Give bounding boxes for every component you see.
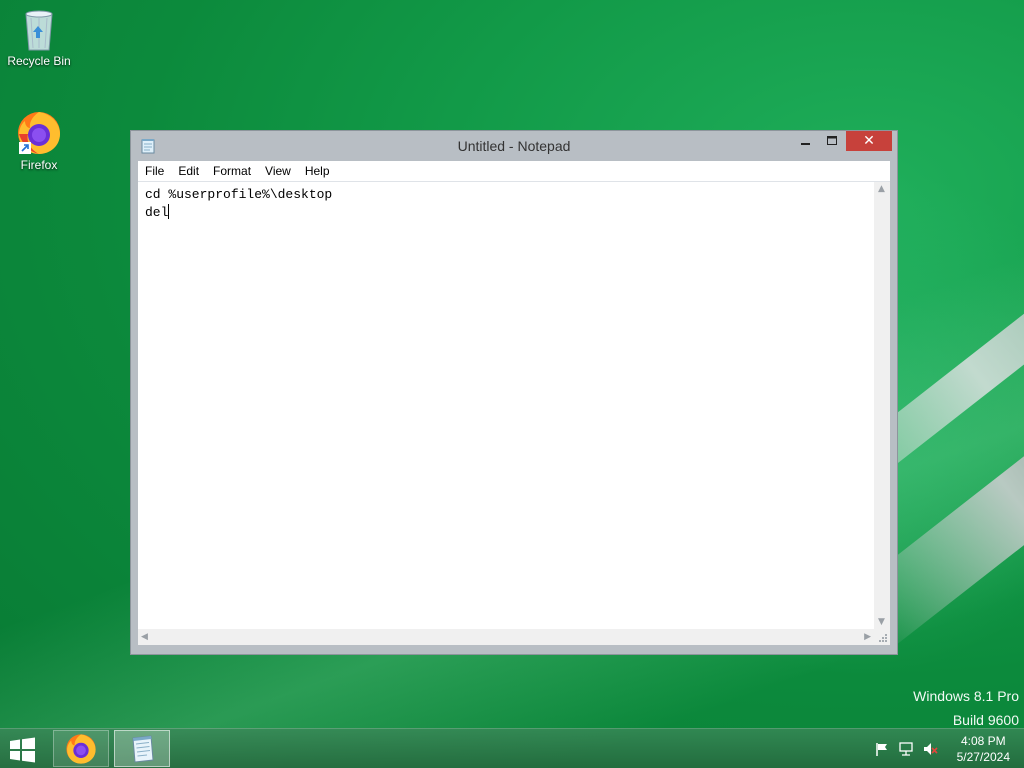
menu-help[interactable]: Help bbox=[298, 164, 337, 178]
action-center-flag-icon[interactable] bbox=[874, 741, 890, 757]
recycle-bin-icon bbox=[19, 6, 59, 52]
firefox-icon bbox=[66, 734, 96, 764]
horizontal-scrollbar[interactable]: ◀ ▶ bbox=[138, 629, 874, 645]
desktop-icon-firefox[interactable]: Firefox bbox=[1, 110, 77, 172]
close-icon: ✕ bbox=[863, 133, 875, 149]
menu-bar: File Edit Format View Help bbox=[138, 161, 890, 182]
volume-muted-icon[interactable] bbox=[922, 741, 938, 757]
system-clock[interactable]: 4:08 PM 5/27/2024 bbox=[957, 733, 1010, 765]
text-line-2: del bbox=[145, 205, 169, 220]
window-title: Untitled - Notepad bbox=[457, 138, 571, 154]
scroll-right-icon[interactable]: ▶ bbox=[864, 632, 871, 642]
taskbar: 4:08 PM 5/27/2024 bbox=[0, 728, 1024, 768]
desktop-background[interactable]: Recycle Bin Firefox Untitled - Notepad ✕… bbox=[0, 0, 1024, 768]
desktop-icon-label: Recycle Bin bbox=[7, 54, 71, 68]
text-line-1: cd %userprofile%\desktop bbox=[145, 187, 333, 202]
notepad-icon bbox=[132, 735, 154, 763]
maximize-icon bbox=[826, 136, 837, 145]
windows-watermark: Windows 8.1 Pro Build 9600 bbox=[913, 684, 1019, 732]
maximize-button[interactable] bbox=[819, 131, 845, 151]
menu-format[interactable]: Format bbox=[206, 164, 258, 178]
windows-logo-icon bbox=[10, 737, 35, 763]
clock-date: 5/27/2024 bbox=[956, 750, 1010, 764]
notepad-window[interactable]: Untitled - Notepad ✕ File Edit Format Vi… bbox=[130, 130, 898, 655]
minimize-icon bbox=[801, 143, 810, 145]
scroll-down-icon[interactable]: ▼ bbox=[878, 617, 885, 627]
shortcut-arrow-icon bbox=[19, 142, 31, 154]
text-editor-area[interactable]: cd %userprofile%\desktop del bbox=[138, 182, 874, 629]
menu-view[interactable]: View bbox=[258, 164, 298, 178]
menu-edit[interactable]: Edit bbox=[171, 164, 206, 178]
desktop-icon-label: Firefox bbox=[20, 158, 58, 172]
desktop-icon-recycle-bin[interactable]: Recycle Bin bbox=[1, 6, 77, 68]
clock-time: 4:08 PM bbox=[960, 734, 1006, 748]
firefox-icon bbox=[18, 110, 60, 156]
taskbar-notepad-button[interactable] bbox=[114, 730, 170, 767]
title-bar[interactable]: Untitled - Notepad ✕ bbox=[131, 131, 897, 161]
close-button[interactable]: ✕ bbox=[846, 131, 892, 151]
vertical-scrollbar[interactable]: ▲ ▼ bbox=[874, 182, 890, 629]
network-icon[interactable] bbox=[898, 741, 914, 757]
scroll-left-icon[interactable]: ◀ bbox=[141, 632, 148, 642]
scroll-up-icon[interactable]: ▲ bbox=[878, 184, 885, 194]
resize-grip-icon[interactable] bbox=[874, 629, 890, 645]
watermark-edition: Windows 8.1 Pro bbox=[913, 688, 1019, 704]
menu-file[interactable]: File bbox=[138, 164, 171, 178]
minimize-button[interactable] bbox=[793, 131, 819, 151]
taskbar-firefox-button[interactable] bbox=[53, 730, 109, 767]
start-button[interactable] bbox=[8, 737, 38, 763]
text-caret bbox=[168, 204, 170, 219]
